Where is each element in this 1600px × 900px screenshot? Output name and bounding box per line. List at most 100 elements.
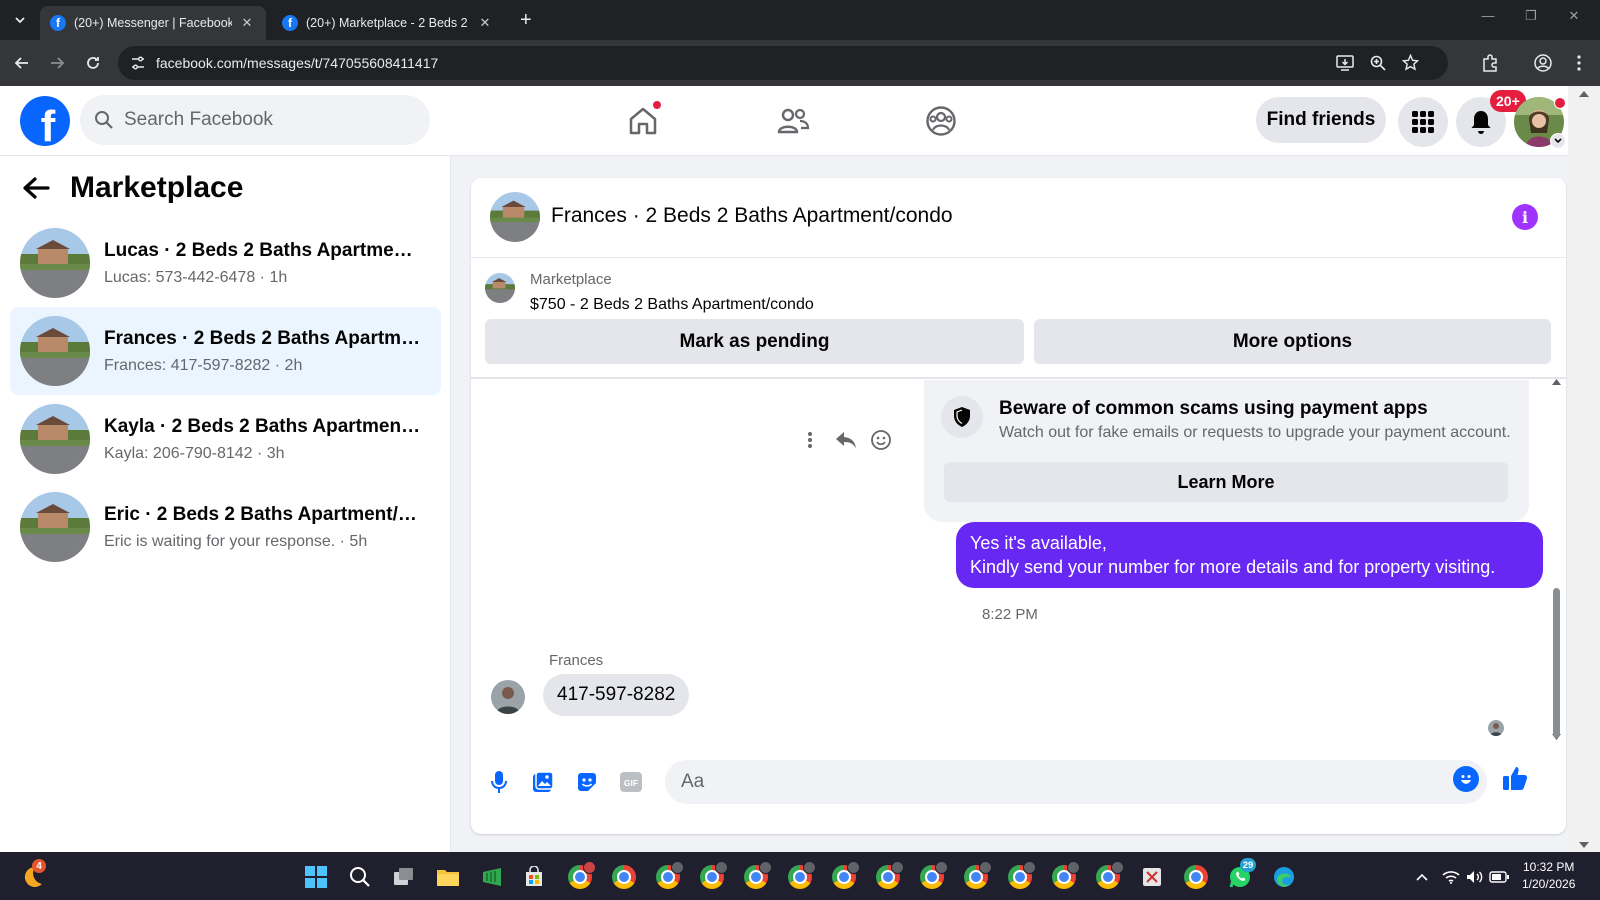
conversation-name: Eric · 2 Beds 2 Baths Apartment/co...: [104, 503, 424, 525]
panel-title: Marketplace: [70, 171, 244, 204]
conversation-item-lucas[interactable]: Lucas · 2 Beds 2 Baths Apartment/... Luc…: [10, 219, 441, 307]
chrome-taskbar-icon[interactable]: [916, 861, 948, 893]
chrome-taskbar-icon[interactable]: [784, 861, 816, 893]
home-nav-icon[interactable]: [620, 98, 666, 144]
attach-photo-icon[interactable]: [527, 766, 559, 798]
back-arrow-icon[interactable]: [22, 176, 50, 200]
reply-icon[interactable]: [835, 431, 857, 449]
chrome-taskbar-icon[interactable]: [652, 861, 684, 893]
task-view-icon[interactable]: [388, 861, 420, 893]
wifi-icon[interactable]: [1440, 861, 1462, 893]
listing-thumbnail: [20, 228, 90, 298]
zoom-icon[interactable]: [1370, 55, 1386, 71]
like-thumbs-up-icon[interactable]: [1501, 764, 1529, 792]
chrome-taskbar-icon[interactable]: [1004, 861, 1036, 893]
listing-title[interactable]: $750 - 2 Beds 2 Baths Apartment/condo: [530, 296, 814, 314]
search-bar[interactable]: [80, 95, 430, 145]
conversation-item-frances[interactable]: Frances · 2 Beds 2 Baths Apartmen... Fra…: [10, 307, 441, 395]
chrome-taskbar-icon[interactable]: [608, 861, 640, 893]
facebook-logo-icon[interactable]: f: [20, 96, 70, 146]
account-chevron-down-icon[interactable]: [1550, 133, 1566, 149]
weather-widget-icon[interactable]: 4: [16, 859, 48, 893]
conversation-item-kayla[interactable]: Kayla · 2 Beds 2 Baths Apartment/... Kay…: [10, 395, 441, 483]
listing-thumbnail-small[interactable]: [485, 273, 515, 303]
groups-nav-icon[interactable]: [918, 98, 964, 144]
chat-title[interactable]: Frances · 2 Beds 2 Baths Apartment/condo: [551, 204, 953, 228]
chat-listing-avatar[interactable]: [490, 192, 540, 242]
seen-receipt-avatar: [1488, 720, 1504, 736]
message-composer[interactable]: [665, 760, 1487, 804]
windows-start-icon[interactable]: [300, 861, 332, 893]
outgoing-message-line: Yes it's available,: [970, 533, 1107, 553]
incoming-message-bubble[interactable]: 417-597-8282: [543, 674, 690, 716]
extensions-icon[interactable]: [1479, 52, 1501, 74]
restore-window-icon[interactable]: ❐: [1519, 8, 1543, 24]
account-avatar[interactable]: [1514, 97, 1566, 149]
snipping-tool-icon[interactable]: [1136, 861, 1168, 893]
show-hidden-icons-chevron-up-icon[interactable]: [1412, 861, 1432, 893]
friends-nav-icon[interactable]: [770, 98, 816, 144]
taskbar-search-icon[interactable]: [344, 861, 376, 893]
more-actions-icon[interactable]: [807, 431, 813, 449]
chrome-taskbar-icon[interactable]: [872, 861, 904, 893]
search-input[interactable]: [124, 109, 404, 131]
message-input[interactable]: [681, 771, 1441, 793]
install-app-icon[interactable]: [1336, 55, 1354, 71]
bookmark-star-icon[interactable]: [1402, 54, 1419, 71]
listing-thumbnail: [20, 492, 90, 562]
close-tab-icon[interactable]: ✕: [476, 14, 494, 32]
chrome-taskbar-icon[interactable]: [564, 861, 596, 893]
chrome-taskbar-icon[interactable]: [740, 861, 772, 893]
sticker-icon[interactable]: [571, 766, 603, 798]
microsoft-store-icon[interactable]: [518, 861, 550, 893]
search-icon: [94, 110, 114, 130]
back-icon[interactable]: [11, 52, 33, 74]
chat-scrollbar-thumb[interactable]: [1553, 588, 1560, 738]
emoji-picker-icon[interactable]: [1453, 766, 1479, 792]
sender-avatar[interactable]: [491, 680, 525, 714]
address-bar[interactable]: facebook.com/messages/t/747055608411417: [118, 46, 1448, 80]
reload-icon[interactable]: [82, 52, 104, 74]
chrome-taskbar-icon[interactable]: [1048, 861, 1080, 893]
learn-more-button[interactable]: Learn More: [944, 462, 1508, 502]
clock-time: 10:32 PM: [1523, 860, 1575, 874]
chrome-taskbar-icon[interactable]: [1092, 861, 1124, 893]
forward-icon[interactable]: [46, 52, 68, 74]
chrome-taskbar-icon[interactable]: [1180, 861, 1212, 893]
browser-tab-marketplace[interactable]: f (20+) Marketplace - 2 Beds 2 Baths ✕: [272, 6, 504, 40]
page-scrollbar[interactable]: [1568, 86, 1600, 855]
profile-icon[interactable]: [1532, 52, 1554, 74]
system-clock[interactable]: 10:32 PM 1/20/2026: [1522, 859, 1575, 893]
file-explorer-icon[interactable]: [432, 861, 464, 893]
shield-icon: [941, 396, 983, 438]
whatsapp-icon[interactable]: 29: [1224, 858, 1256, 893]
chrome-taskbar-icon[interactable]: [696, 861, 728, 893]
voice-clip-icon[interactable]: [483, 766, 515, 798]
conversation-name: Lucas · 2 Beds 2 Baths Apartment/...: [104, 239, 424, 261]
menu-grid-icon[interactable]: [1398, 97, 1448, 147]
new-tab-icon[interactable]: +: [520, 10, 532, 30]
find-friends-button[interactable]: Find friends: [1256, 97, 1386, 143]
tab-search-dropdown-icon[interactable]: [8, 8, 32, 32]
more-options-button[interactable]: More options: [1034, 319, 1551, 364]
battery-icon[interactable]: [1488, 861, 1510, 893]
edge-icon[interactable]: [1268, 861, 1300, 893]
browser-tab-messenger[interactable]: f (20+) Messenger | Facebook ✕: [40, 6, 266, 40]
volume-icon[interactable]: [1464, 861, 1486, 893]
site-info-icon[interactable]: [130, 55, 146, 71]
mark-as-pending-button[interactable]: Mark as pending: [485, 319, 1024, 364]
outgoing-message-bubble[interactable]: Yes it's available, Kindly send your num…: [956, 522, 1543, 588]
conversation-item-eric[interactable]: Eric · 2 Beds 2 Baths Apartment/co... Er…: [10, 483, 441, 571]
app-icon-green[interactable]: [476, 861, 508, 893]
chrome-profile-badge: [847, 861, 860, 874]
chrome-taskbar-icon[interactable]: [828, 861, 860, 893]
react-emoji-icon[interactable]: [870, 429, 892, 451]
gif-icon[interactable]: GIF: [615, 766, 647, 798]
account-notification-dot: [1554, 97, 1566, 109]
chrome-menu-icon[interactable]: [1568, 52, 1590, 74]
conversation-info-icon[interactable]: i: [1512, 204, 1538, 230]
close-window-icon[interactable]: ✕: [1562, 8, 1586, 24]
chrome-taskbar-icon[interactable]: [960, 861, 992, 893]
close-tab-icon[interactable]: ✕: [238, 14, 256, 32]
minimize-window-icon[interactable]: —: [1476, 8, 1500, 23]
